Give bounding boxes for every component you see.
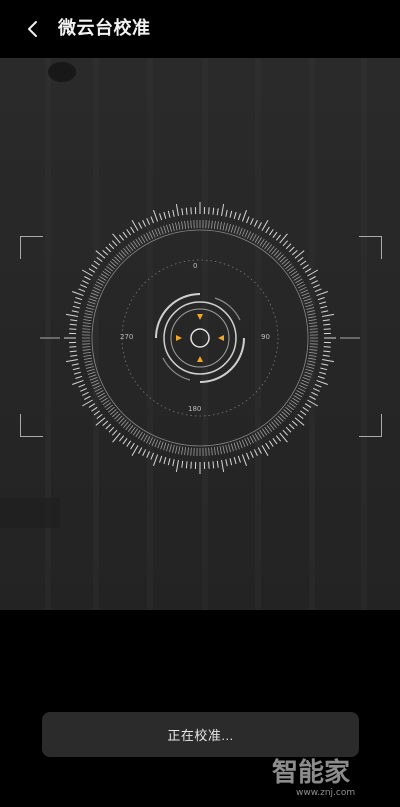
calibration-dial: 0 90 180 270 xyxy=(40,178,360,498)
dotted-ring xyxy=(121,259,279,417)
watermark-logo: 智能家 www.znj.com xyxy=(272,757,355,798)
svg-text:www.znj.com: www.znj.com xyxy=(296,788,355,798)
arrow-down-icon xyxy=(197,314,203,320)
inner-tick-ring xyxy=(82,220,318,456)
calibration-status-button[interactable]: 正在校准... xyxy=(42,712,359,757)
dial-label-bottom: 180 xyxy=(188,405,202,413)
arrow-left-icon xyxy=(218,335,224,341)
arc-bottom-left xyxy=(162,357,191,381)
outer-tick-ring xyxy=(64,202,336,474)
arc-top-right xyxy=(214,297,241,321)
arrow-right-icon xyxy=(176,335,182,341)
dial-label-top: 0 xyxy=(193,262,198,270)
back-button[interactable] xyxy=(18,14,48,44)
frame-corner-top-right xyxy=(359,236,382,259)
header-bar: 微云台校准 xyxy=(0,0,400,58)
calibration-screen: 微云台校准 0 90 180 270 正在校准... 智能家 www.znj.c… xyxy=(0,0,400,807)
chevron-left-icon xyxy=(28,21,37,37)
arrow-up-icon xyxy=(197,356,203,362)
camera-viewfinder: 0 90 180 270 xyxy=(0,58,400,610)
dial-label-right: 90 xyxy=(261,333,270,341)
frame-corner-bottom-right xyxy=(359,414,382,437)
page-title: 微云台校准 xyxy=(58,18,151,39)
center-circle xyxy=(190,328,210,348)
dial-graphic xyxy=(40,202,360,474)
svg-text:智能家: 智能家 xyxy=(272,757,350,788)
inner-ring xyxy=(163,301,237,375)
dial-label-left: 270 xyxy=(120,333,134,341)
